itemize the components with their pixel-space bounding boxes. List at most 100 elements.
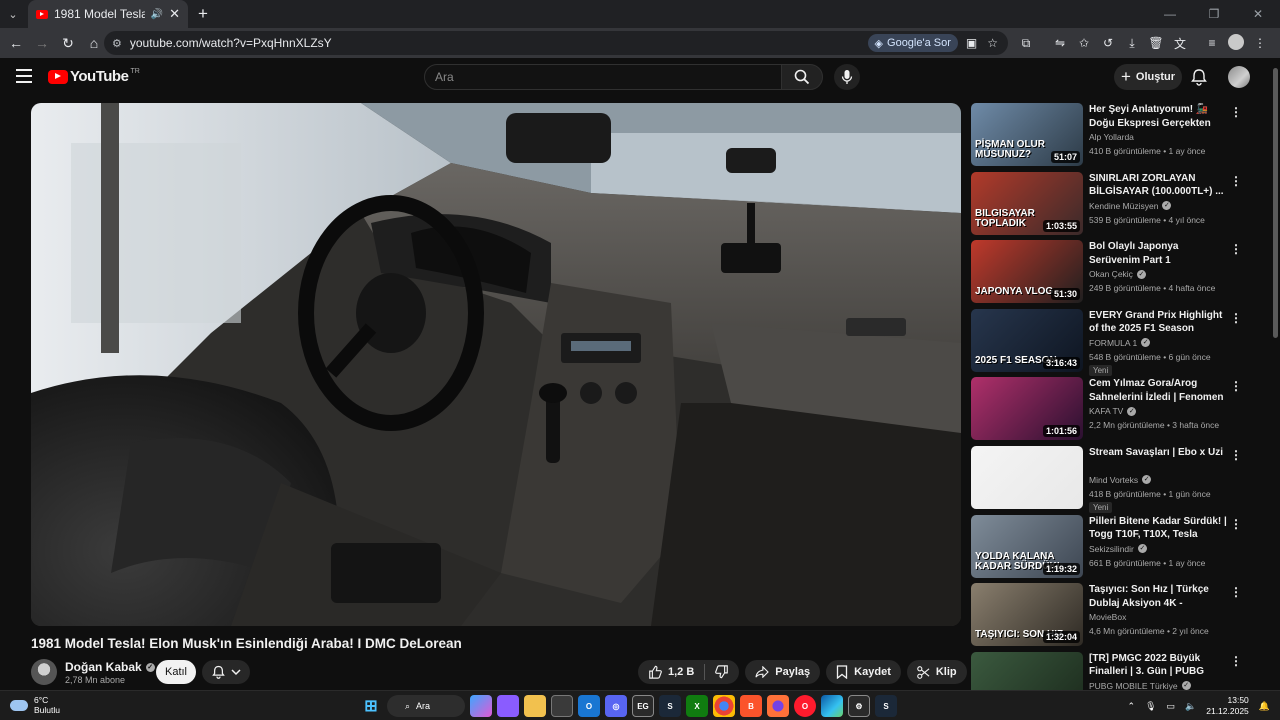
extensions-icon[interactable]: ⧉: [1014, 36, 1038, 51]
recommendation-title[interactable]: Her Şeyi Anlatıyorum! 🚂 Doğu Ekspresi Ge…: [1089, 103, 1227, 130]
store-icon[interactable]: [551, 695, 573, 717]
recommendation-item[interactable]: 2025 F1 SEASON 3:16:43 EVERY Grand Prix Hi…: [971, 308, 1249, 378]
back-icon[interactable]: ←: [4, 31, 28, 55]
youtube-logo[interactable]: YouTube TR: [48, 68, 140, 85]
recommendation-channel[interactable]: Kendine Müzisyen ✓: [1089, 201, 1172, 211]
brave-icon[interactable]: B: [740, 695, 762, 717]
subscription-bell-button[interactable]: [202, 660, 250, 684]
volume-icon[interactable]: 🔈: [1185, 701, 1196, 712]
more-options-icon[interactable]: ⋮: [1230, 174, 1242, 188]
join-button[interactable]: Katıl: [156, 660, 196, 684]
profile-icon[interactable]: [1224, 33, 1248, 53]
more-options-icon[interactable]: ⋮: [1230, 311, 1242, 325]
more-options-icon[interactable]: ⋮: [1230, 654, 1242, 668]
url-text[interactable]: youtube.com/watch?v=PxqHnnXLZsY: [130, 36, 868, 50]
weather-widget[interactable]: 6°C Bulutlu: [10, 695, 60, 715]
translate-icon[interactable]: 文: [1168, 35, 1192, 52]
edge-icon[interactable]: [821, 695, 843, 717]
search-input[interactable]: Ara: [424, 64, 782, 90]
share-button[interactable]: Paylaş: [745, 660, 821, 684]
search-button[interactable]: [781, 64, 823, 90]
recommendation-title[interactable]: Cem Yılmaz Gora/Arog Sahnelerini İzledi …: [1089, 377, 1227, 404]
menu-icon[interactable]: ⋮: [1248, 36, 1272, 50]
cast-icon[interactable]: ▣: [966, 36, 977, 50]
recommendation-item[interactable]: Stream Savaşları | Ebo x Uzi Mind Vorteks…: [971, 445, 1249, 515]
outlook-icon[interactable]: O: [578, 695, 600, 717]
download-icon[interactable]: ⤓: [1120, 36, 1144, 51]
recommendation-title[interactable]: Bol Olaylı Japonya Serüvenim Part 1: [1089, 240, 1227, 267]
epic-games-icon[interactable]: EG: [632, 695, 654, 717]
widgets-icon[interactable]: [497, 695, 519, 717]
dislike-button[interactable]: [705, 665, 739, 679]
delete-icon[interactable]: 🗑: [1144, 36, 1168, 50]
recommendation-channel[interactable]: MovieBox: [1089, 612, 1126, 622]
address-bar[interactable]: ⚙ youtube.com/watch?v=PxqHnnXLZsY ◈ Googl…: [104, 31, 1008, 55]
recommendation-item[interactable]: TAŞIYICI: SON HIZ 1:32:04 Taşıyıcı: Son Hı…: [971, 583, 1249, 652]
xbox-icon[interactable]: X: [686, 695, 708, 717]
more-options-icon[interactable]: ⋮: [1230, 242, 1242, 256]
recommendation-title[interactable]: Pilleri Bitene Kadar Sürdük! | Togg T10F…: [1089, 515, 1227, 542]
like-button[interactable]: 1,2 B: [638, 664, 706, 680]
firefox-icon[interactable]: [767, 695, 789, 717]
network-icon[interactable]: ▭: [1167, 701, 1176, 712]
tray-chevron-up-icon[interactable]: ⌃: [1128, 701, 1136, 712]
maximize-button[interactable]: ❐: [1192, 0, 1236, 28]
close-window-button[interactable]: ✕: [1236, 0, 1280, 28]
recommendation-channel[interactable]: Sekizsilindir ✓: [1089, 544, 1147, 554]
recommendation-item[interactable]: BILGISAYAR TOPLADIK 1:03:55 SINIRLARI ZORL…: [971, 171, 1249, 241]
more-options-icon[interactable]: ⋮: [1230, 517, 1242, 531]
clip-button[interactable]: Klip: [906, 660, 967, 684]
video-player[interactable]: [31, 103, 961, 626]
recommendation-item[interactable]: [TR] PMGC 2022 Büyük Finalleri | 3. Gün …: [971, 651, 1249, 690]
site-info-icon[interactable]: ⚙: [112, 37, 122, 50]
reload-icon[interactable]: ↻: [56, 31, 80, 55]
recommendation-channel[interactable]: Mind Vorteks ✓: [1089, 475, 1152, 485]
account-avatar[interactable]: [1228, 66, 1250, 88]
scrollbar-thumb[interactable]: [1273, 68, 1278, 338]
recommendation-channel[interactable]: Okan Çekiç ✓: [1089, 269, 1146, 279]
recommendation-item[interactable]: 1:01:56 Cem Yılmaz Gora/Arog Sahnelerini …: [971, 377, 1249, 446]
notifications-bell-icon[interactable]: [1191, 68, 1207, 91]
google-ask-button[interactable]: ◈ Google'a Sor: [867, 34, 958, 52]
steam-app-icon[interactable]: S: [875, 695, 897, 717]
video-thumbnail[interactable]: 1:01:56: [971, 377, 1083, 441]
opera-icon[interactable]: O: [794, 695, 816, 717]
more-options-icon[interactable]: ⋮: [1230, 105, 1242, 119]
chrome-icon[interactable]: [713, 695, 735, 717]
recommendation-title[interactable]: Taşıyıcı: Son Hız | Türkçe Dublaj Aksiyo…: [1089, 583, 1227, 610]
new-tab-button[interactable]: +: [198, 4, 208, 24]
recommendation-channel[interactable]: Alp Yollarda: [1089, 132, 1134, 142]
create-button[interactable]: + Oluştur: [1114, 64, 1182, 90]
copilot-icon[interactable]: [470, 695, 492, 717]
microphone-tray-icon[interactable]: 🎙: [1145, 701, 1156, 712]
recommendation-item[interactable]: JAPONYA VLOG 51:30 Bol Olaylı Japonya Serü…: [971, 240, 1249, 309]
bookmark-star-icon[interactable]: ☆: [987, 36, 998, 50]
video-thumbnail[interactable]: [971, 651, 1083, 690]
page-scrollbar[interactable]: [1270, 58, 1280, 690]
more-options-icon[interactable]: ⋮: [1230, 585, 1242, 599]
steam-icon[interactable]: S: [659, 695, 681, 717]
start-windows-icon[interactable]: ⊞: [360, 695, 382, 717]
taskbar-search[interactable]: ⌕ Ara: [387, 695, 465, 717]
more-options-icon[interactable]: ⋮: [1230, 379, 1242, 393]
video-thumbnail[interactable]: PİŞMAN OLUR MUSUNUZ? 51:07: [971, 103, 1083, 166]
more-options-icon[interactable]: ⋮: [1230, 448, 1242, 462]
recommendation-title[interactable]: EVERY Grand Prix Highlight of the 2025 F…: [1089, 309, 1227, 336]
recommendation-channel[interactable]: KAFA TV ✓: [1089, 406, 1137, 416]
recommendation-title[interactable]: SINIRLARI ZORLAYAN BİLGİSAYAR (100.000TL…: [1089, 172, 1227, 199]
browser-tab[interactable]: 1981 Model Tesla! Elon Musk 🔊 ✕: [28, 0, 188, 28]
recommendation-channel[interactable]: FORMULA 1 ✓: [1089, 338, 1151, 348]
tab-search-icon[interactable]: ⌄: [0, 0, 26, 28]
video-thumbnail[interactable]: [971, 445, 1083, 509]
recommendation-title[interactable]: Stream Savaşları | Ebo x Uzi: [1089, 446, 1227, 460]
split-view-icon[interactable]: ⇋: [1048, 36, 1072, 50]
save-button[interactable]: Kaydet: [826, 660, 901, 684]
video-thumbnail[interactable]: JAPONYA VLOG 51:30: [971, 240, 1083, 304]
video-thumbnail[interactable]: 2025 F1 SEASON 3:16:43: [971, 308, 1083, 372]
discord-icon[interactable]: ◎: [605, 695, 627, 717]
minimize-button[interactable]: —: [1148, 0, 1192, 28]
voice-search-button[interactable]: [834, 64, 860, 90]
clock[interactable]: 13:50 21.12.2025: [1206, 695, 1249, 717]
recommendation-item[interactable]: PİŞMAN OLUR MUSUNUZ? 51:07 Her Şeyi Anlatı…: [971, 103, 1249, 172]
home-icon[interactable]: ⌂: [82, 31, 106, 55]
